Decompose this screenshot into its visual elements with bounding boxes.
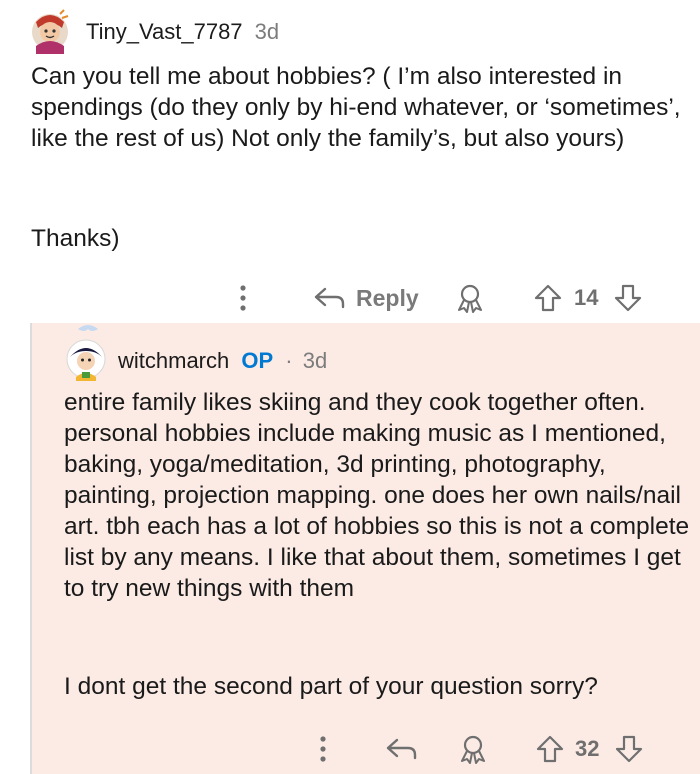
reply-body: entire family likes skiing and they cook… [64, 389, 696, 602]
downvote-icon [615, 735, 643, 763]
reply-arrow-icon [386, 738, 417, 760]
reply-meta: witchmarch OP · 3d [118, 347, 327, 375]
comment-actions: Reply 14 [0, 280, 700, 316]
award-button[interactable] [456, 734, 490, 764]
vote-count-value: 14 [574, 285, 599, 310]
more-options-icon [240, 285, 246, 311]
downvote-button[interactable] [614, 734, 644, 764]
author-name[interactable]: witchmarch [118, 348, 229, 373]
upvote-icon [534, 284, 562, 312]
downvote-button[interactable] [613, 283, 643, 313]
comment-meta: Tiny_Vast_7787 3d [86, 18, 279, 46]
award-icon [458, 284, 482, 313]
reply-arrow-icon [314, 287, 345, 309]
comment: Tiny_Vast_7787 3d Can you tell me about … [0, 0, 700, 323]
reply-body-line: I dont get the second part of your quest… [64, 673, 598, 700]
meta-separator: · [285, 348, 293, 373]
more-options-button[interactable] [316, 734, 330, 764]
vote-count-value: 32 [575, 736, 600, 761]
upvote-button[interactable] [535, 734, 565, 764]
reply-label: Reply [356, 284, 419, 311]
more-options-icon [320, 736, 326, 762]
award-button[interactable] [453, 283, 487, 313]
reply-actions: 32 [32, 731, 700, 767]
reply-timestamp: 3d [302, 348, 328, 373]
reply-button[interactable] [384, 736, 418, 762]
reply-button[interactable]: Reply [312, 285, 419, 312]
downvote-icon [614, 284, 642, 312]
vote-count: 14 [574, 285, 598, 311]
upvote-icon [536, 735, 564, 763]
award-icon [461, 735, 485, 764]
comment-timestamp: 3d [254, 19, 280, 44]
user-avatar[interactable] [26, 6, 74, 54]
comment-body-line: Thanks) [31, 225, 120, 252]
more-options-button[interactable] [236, 283, 250, 313]
op-badge: OP [241, 348, 274, 373]
upvote-button[interactable] [533, 283, 563, 313]
comment-body: Can you tell me about hobbies? ( I’m als… [31, 63, 688, 152]
reply-comment: witchmarch OP · 3d entire family likes s… [32, 323, 700, 774]
vote-count: 32 [575, 736, 599, 762]
comment-thread: Tiny_Vast_7787 3d Can you tell me about … [0, 0, 700, 774]
author-name[interactable]: Tiny_Vast_7787 [86, 19, 243, 44]
op-avatar[interactable] [62, 323, 112, 383]
